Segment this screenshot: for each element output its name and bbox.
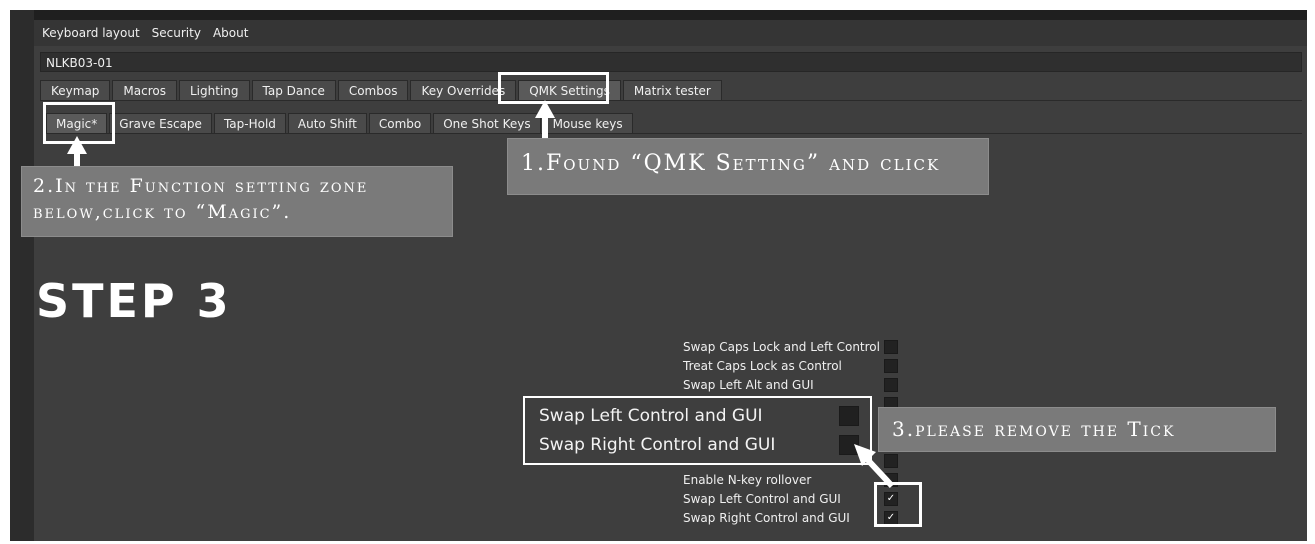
callout-step3: 3.please remove the Tick xyxy=(878,407,1276,452)
option-checkbox[interactable] xyxy=(884,377,898,392)
subtab-combo[interactable]: Combo xyxy=(368,113,432,134)
subtab-divider xyxy=(46,133,1302,134)
arrow-up-icon xyxy=(535,100,555,118)
option-label: Swap Caps Lock and Left Control xyxy=(683,339,880,354)
callout-step2: 2.In the Function setting zone below,cli… xyxy=(21,166,453,237)
zoom-row-label: Swap Left Control and GUI xyxy=(539,406,763,426)
zoom-row-checkbox xyxy=(839,406,859,426)
arrow-up-shaft xyxy=(542,118,548,140)
menubar: Keyboard layout Security About xyxy=(34,20,1307,46)
subtab-mouse-keys[interactable]: Mouse keys xyxy=(542,113,633,134)
option-row: Swap Left Alt and GUI xyxy=(683,375,898,394)
step-heading: STEP 3 xyxy=(36,274,232,328)
option-checkbox[interactable] xyxy=(884,358,898,373)
zoom-row: Swap Right Control and GUI xyxy=(539,435,859,455)
zoom-row: Swap Left Control and GUI xyxy=(539,406,859,426)
option-label: Swap Left Control and GUI xyxy=(683,491,841,506)
tab-matrix-tester[interactable]: Matrix tester xyxy=(622,80,722,101)
callout-step2-line2: below,click to “Magic”. xyxy=(33,201,292,223)
tab-lighting[interactable]: Lighting xyxy=(179,80,250,101)
zoom-inset: Swap Left Control and GUI Swap Right Con… xyxy=(523,396,872,465)
subtab-auto-shift[interactable]: Auto Shift xyxy=(287,113,367,134)
callout-step1: 1.Found “QMK Setting” and click xyxy=(507,138,989,195)
option-checkbox[interactable] xyxy=(884,339,898,354)
menu-keyboard-layout[interactable]: Keyboard layout xyxy=(42,26,140,40)
tab-combos[interactable]: Combos xyxy=(337,80,409,101)
option-label: Swap Right Control and GUI xyxy=(683,510,850,525)
tab-macros[interactable]: Macros xyxy=(112,80,177,101)
subtab-grave-escape[interactable]: Grave Escape xyxy=(109,113,212,134)
option-label: Treat Caps Lock as Control xyxy=(683,358,842,373)
tab-tap-dance[interactable]: Tap Dance xyxy=(251,80,336,101)
subtab-tap-hold[interactable]: Tap-Hold xyxy=(213,113,286,134)
device-selector[interactable]: NLKB03-01 xyxy=(40,52,1302,72)
left-window-edge xyxy=(10,10,34,541)
menu-security[interactable]: Security xyxy=(152,26,201,40)
callout-step3-text: 3.please remove the Tick xyxy=(892,417,1176,441)
option-row: Swap Left Control and GUI ✓ xyxy=(683,489,898,508)
main-tabs: Keymap Macros Lighting Tap Dance Combos … xyxy=(40,80,724,101)
callout-step1-text: 1.Found “QMK Setting” and click xyxy=(521,151,941,176)
subtab-one-shot-keys[interactable]: One Shot Keys xyxy=(433,113,541,134)
option-row: Swap Caps Lock and Left Control xyxy=(683,337,898,356)
tab-divider xyxy=(40,100,1302,101)
option-label: Swap Left Alt and GUI xyxy=(683,377,814,392)
callout-step2-line1: 2.In the Function setting zone xyxy=(33,175,369,197)
menu-about[interactable]: About xyxy=(213,26,248,40)
tab-keymap[interactable]: Keymap xyxy=(40,80,111,101)
zoom-row-label: Swap Right Control and GUI xyxy=(539,435,776,455)
option-row: Treat Caps Lock as Control xyxy=(683,356,898,375)
option-row: Swap Right Control and GUI ✓ xyxy=(683,508,898,527)
arrow-up-icon xyxy=(67,136,87,154)
